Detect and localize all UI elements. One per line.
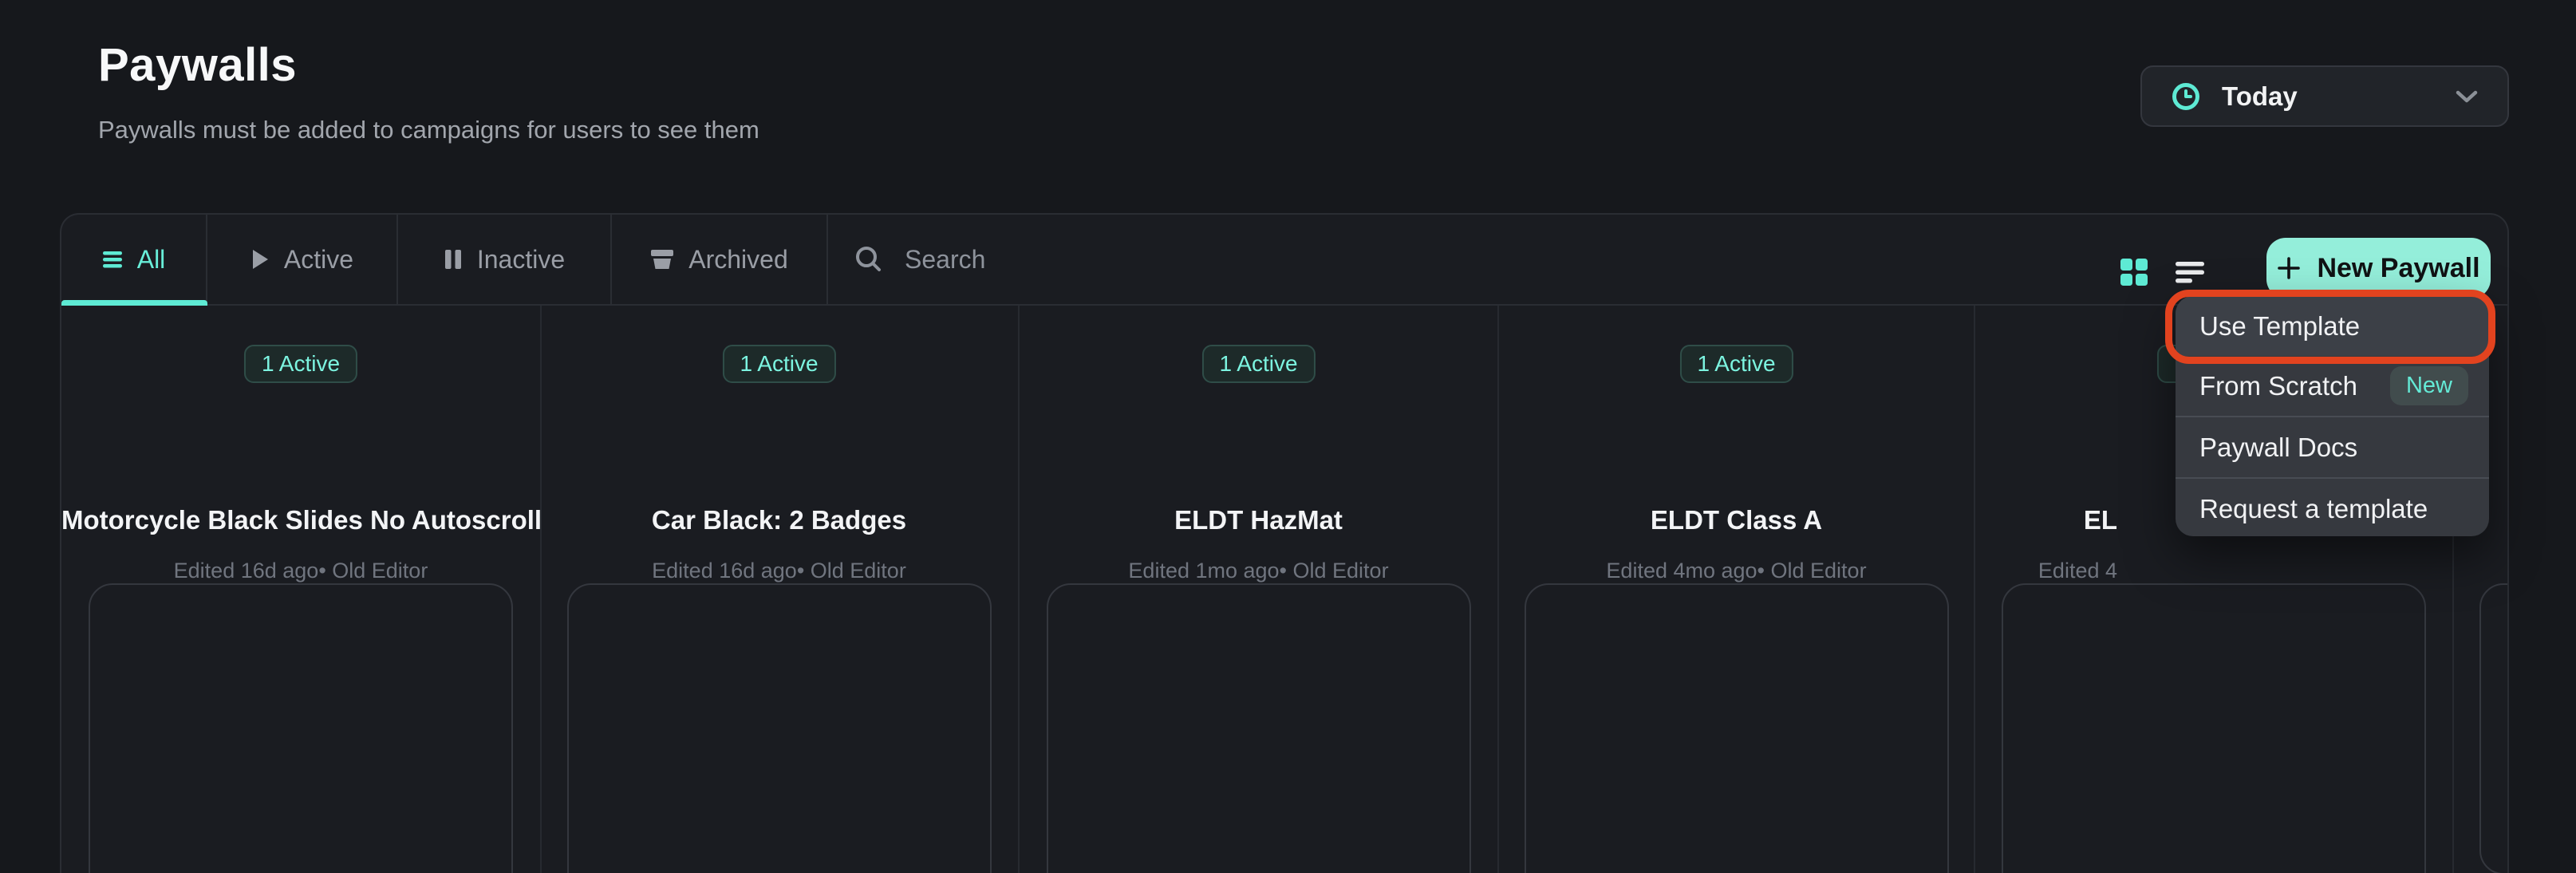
menu-item-label: Request a template — [2199, 494, 2428, 524]
card-title: ELDT Class A — [1499, 505, 1974, 535]
menu-item-request-template[interactable]: Request a template — [2176, 479, 2489, 536]
new-paywall-menu: Use Template From Scratch New Paywall Do… — [2176, 296, 2489, 536]
tab-label: All — [137, 245, 166, 275]
menu-item-paywall-docs[interactable]: Paywall Docs — [2176, 417, 2489, 477]
date-filter-dropdown[interactable]: Today — [2140, 65, 2509, 127]
clock-icon — [2171, 81, 2201, 112]
list-view-icon[interactable] — [2175, 257, 2205, 287]
chevron-down-icon — [2455, 89, 2479, 105]
paywall-preview[interactable] — [2002, 583, 2426, 873]
tab-all[interactable]: All — [61, 215, 207, 304]
tab-archived[interactable]: Archived — [612, 215, 828, 304]
menu-item-label: Use Template — [2199, 311, 2360, 342]
card-edited: Edited 16d ago• Old Editor — [540, 559, 1018, 583]
pause-icon — [444, 248, 463, 271]
search-box[interactable] — [828, 215, 1546, 304]
tab-bar: All Active Inactive — [61, 215, 2507, 306]
search-icon — [854, 244, 884, 275]
paywall-preview — [2479, 583, 2509, 873]
paywall-card[interactable]: 1 Active Car Black: 2 Badges Edited 16d … — [540, 306, 1018, 873]
menu-item-use-template[interactable]: Use Template — [2176, 296, 2489, 356]
card-edited: Edited 4mo ago• Old Editor — [1499, 559, 1974, 583]
play-icon — [250, 248, 270, 271]
menu-item-label: Paywall Docs — [2199, 433, 2357, 463]
search-input[interactable] — [905, 245, 1463, 275]
tab-active[interactable]: Active — [207, 215, 398, 304]
paywall-preview[interactable] — [1525, 583, 1949, 873]
archive-icon — [650, 248, 674, 271]
plus-icon — [2277, 256, 2301, 280]
new-badge: New — [2390, 366, 2468, 405]
page-title: Paywalls — [98, 38, 297, 92]
paywall-preview[interactable] — [89, 583, 513, 873]
status-badge: 1 Active — [244, 345, 357, 383]
date-filter-label: Today — [2222, 81, 2298, 112]
paywall-preview[interactable] — [1047, 583, 1471, 873]
paywalls-panel: All Active Inactive — [60, 213, 2509, 873]
tab-label: Active — [284, 245, 353, 275]
card-title: Car Black: 2 Badges — [540, 505, 1018, 535]
status-badge: 1 Active — [722, 345, 835, 383]
card-title: Motorcycle Black Slides No Autoscroll — [61, 505, 540, 535]
menu-item-label: From Scratch — [2199, 371, 2357, 401]
paywall-card[interactable]: 1 Active Motorcycle Black Slides No Auto… — [61, 306, 540, 873]
list-lines-icon — [102, 249, 123, 270]
card-edited: Edited 1mo ago• Old Editor — [1020, 559, 1497, 583]
menu-item-from-scratch[interactable]: From Scratch New — [2176, 356, 2489, 416]
tab-label: Inactive — [477, 245, 565, 275]
paywall-card[interactable]: 1 Active ELDT HazMat Edited 1mo ago• Old… — [1020, 306, 1497, 873]
card-title: ELDT HazMat — [1020, 505, 1497, 535]
card-edited: Edited 16d ago• Old Editor — [61, 559, 540, 583]
paywall-card[interactable]: 1 Active ELDT Class A Edited 4mo ago• Ol… — [1499, 306, 1974, 873]
status-badge: 1 Active — [1201, 345, 1315, 383]
card-title: EL — [2084, 505, 2117, 535]
grid-view-icon[interactable] — [2119, 257, 2149, 287]
card-edited: Edited 4 — [2038, 559, 2117, 583]
tab-inactive[interactable]: Inactive — [398, 215, 612, 304]
status-badge: 1 Active — [1679, 345, 1793, 383]
paywall-preview[interactable] — [567, 583, 992, 873]
active-tab-indicator — [61, 300, 207, 306]
page-subtitle: Paywalls must be added to campaigns for … — [98, 116, 759, 144]
new-paywall-label: New Paywall — [2317, 253, 2479, 284]
tab-label: Archived — [688, 245, 788, 275]
new-paywall-button[interactable]: New Paywall — [2266, 238, 2491, 298]
